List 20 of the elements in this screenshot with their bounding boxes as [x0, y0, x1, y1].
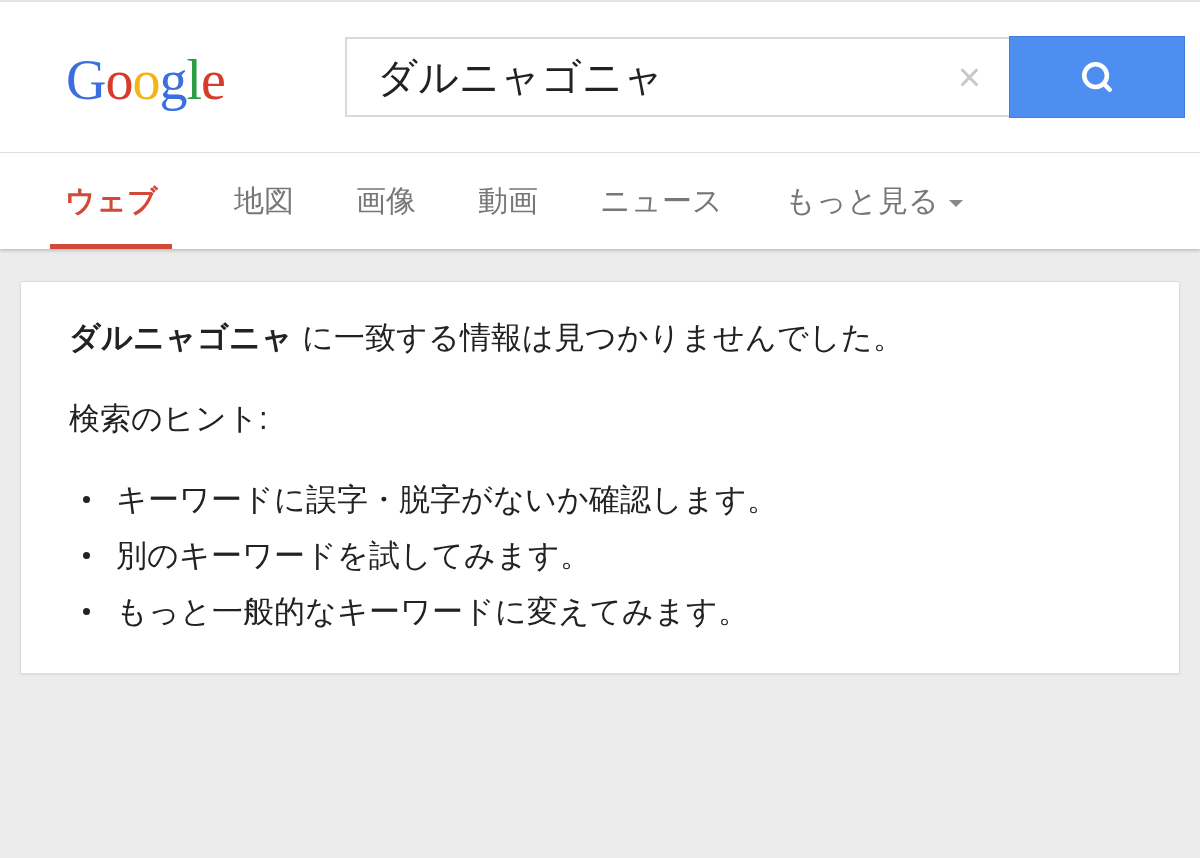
logo[interactable]: Google	[0, 48, 345, 112]
tab[interactable]: もっと見る	[785, 153, 963, 249]
tab-label: もっと見る	[785, 182, 939, 219]
bullet-icon	[83, 608, 90, 616]
bullet-icon	[83, 552, 90, 560]
search-icon	[1080, 60, 1114, 94]
caret-icon	[949, 199, 963, 207]
tab[interactable]: ニュース	[600, 153, 723, 249]
search-button[interactable]	[1009, 36, 1185, 118]
tab[interactable]: ウェブ	[50, 153, 172, 249]
hint-text: キーワードに誤字・脱字がないか確認します。	[116, 480, 778, 519]
bullet-icon	[83, 496, 90, 504]
tab[interactable]: 画像	[356, 153, 416, 249]
tab[interactable]: 地図	[234, 153, 294, 249]
hint-text: 別のキーワードを試してみます。	[116, 536, 591, 575]
search-field[interactable]: ダルニャゴニャ ×	[345, 37, 1009, 117]
hints-title: 検索のヒント:	[69, 400, 269, 439]
tab[interactable]: 動画	[478, 153, 538, 249]
no-results-message: ダルニャゴニャ に一致する情報は見つかりませんでした。	[69, 319, 905, 357]
hint-text: もっと一般的なキーワードに変えてみます。	[116, 592, 749, 631]
